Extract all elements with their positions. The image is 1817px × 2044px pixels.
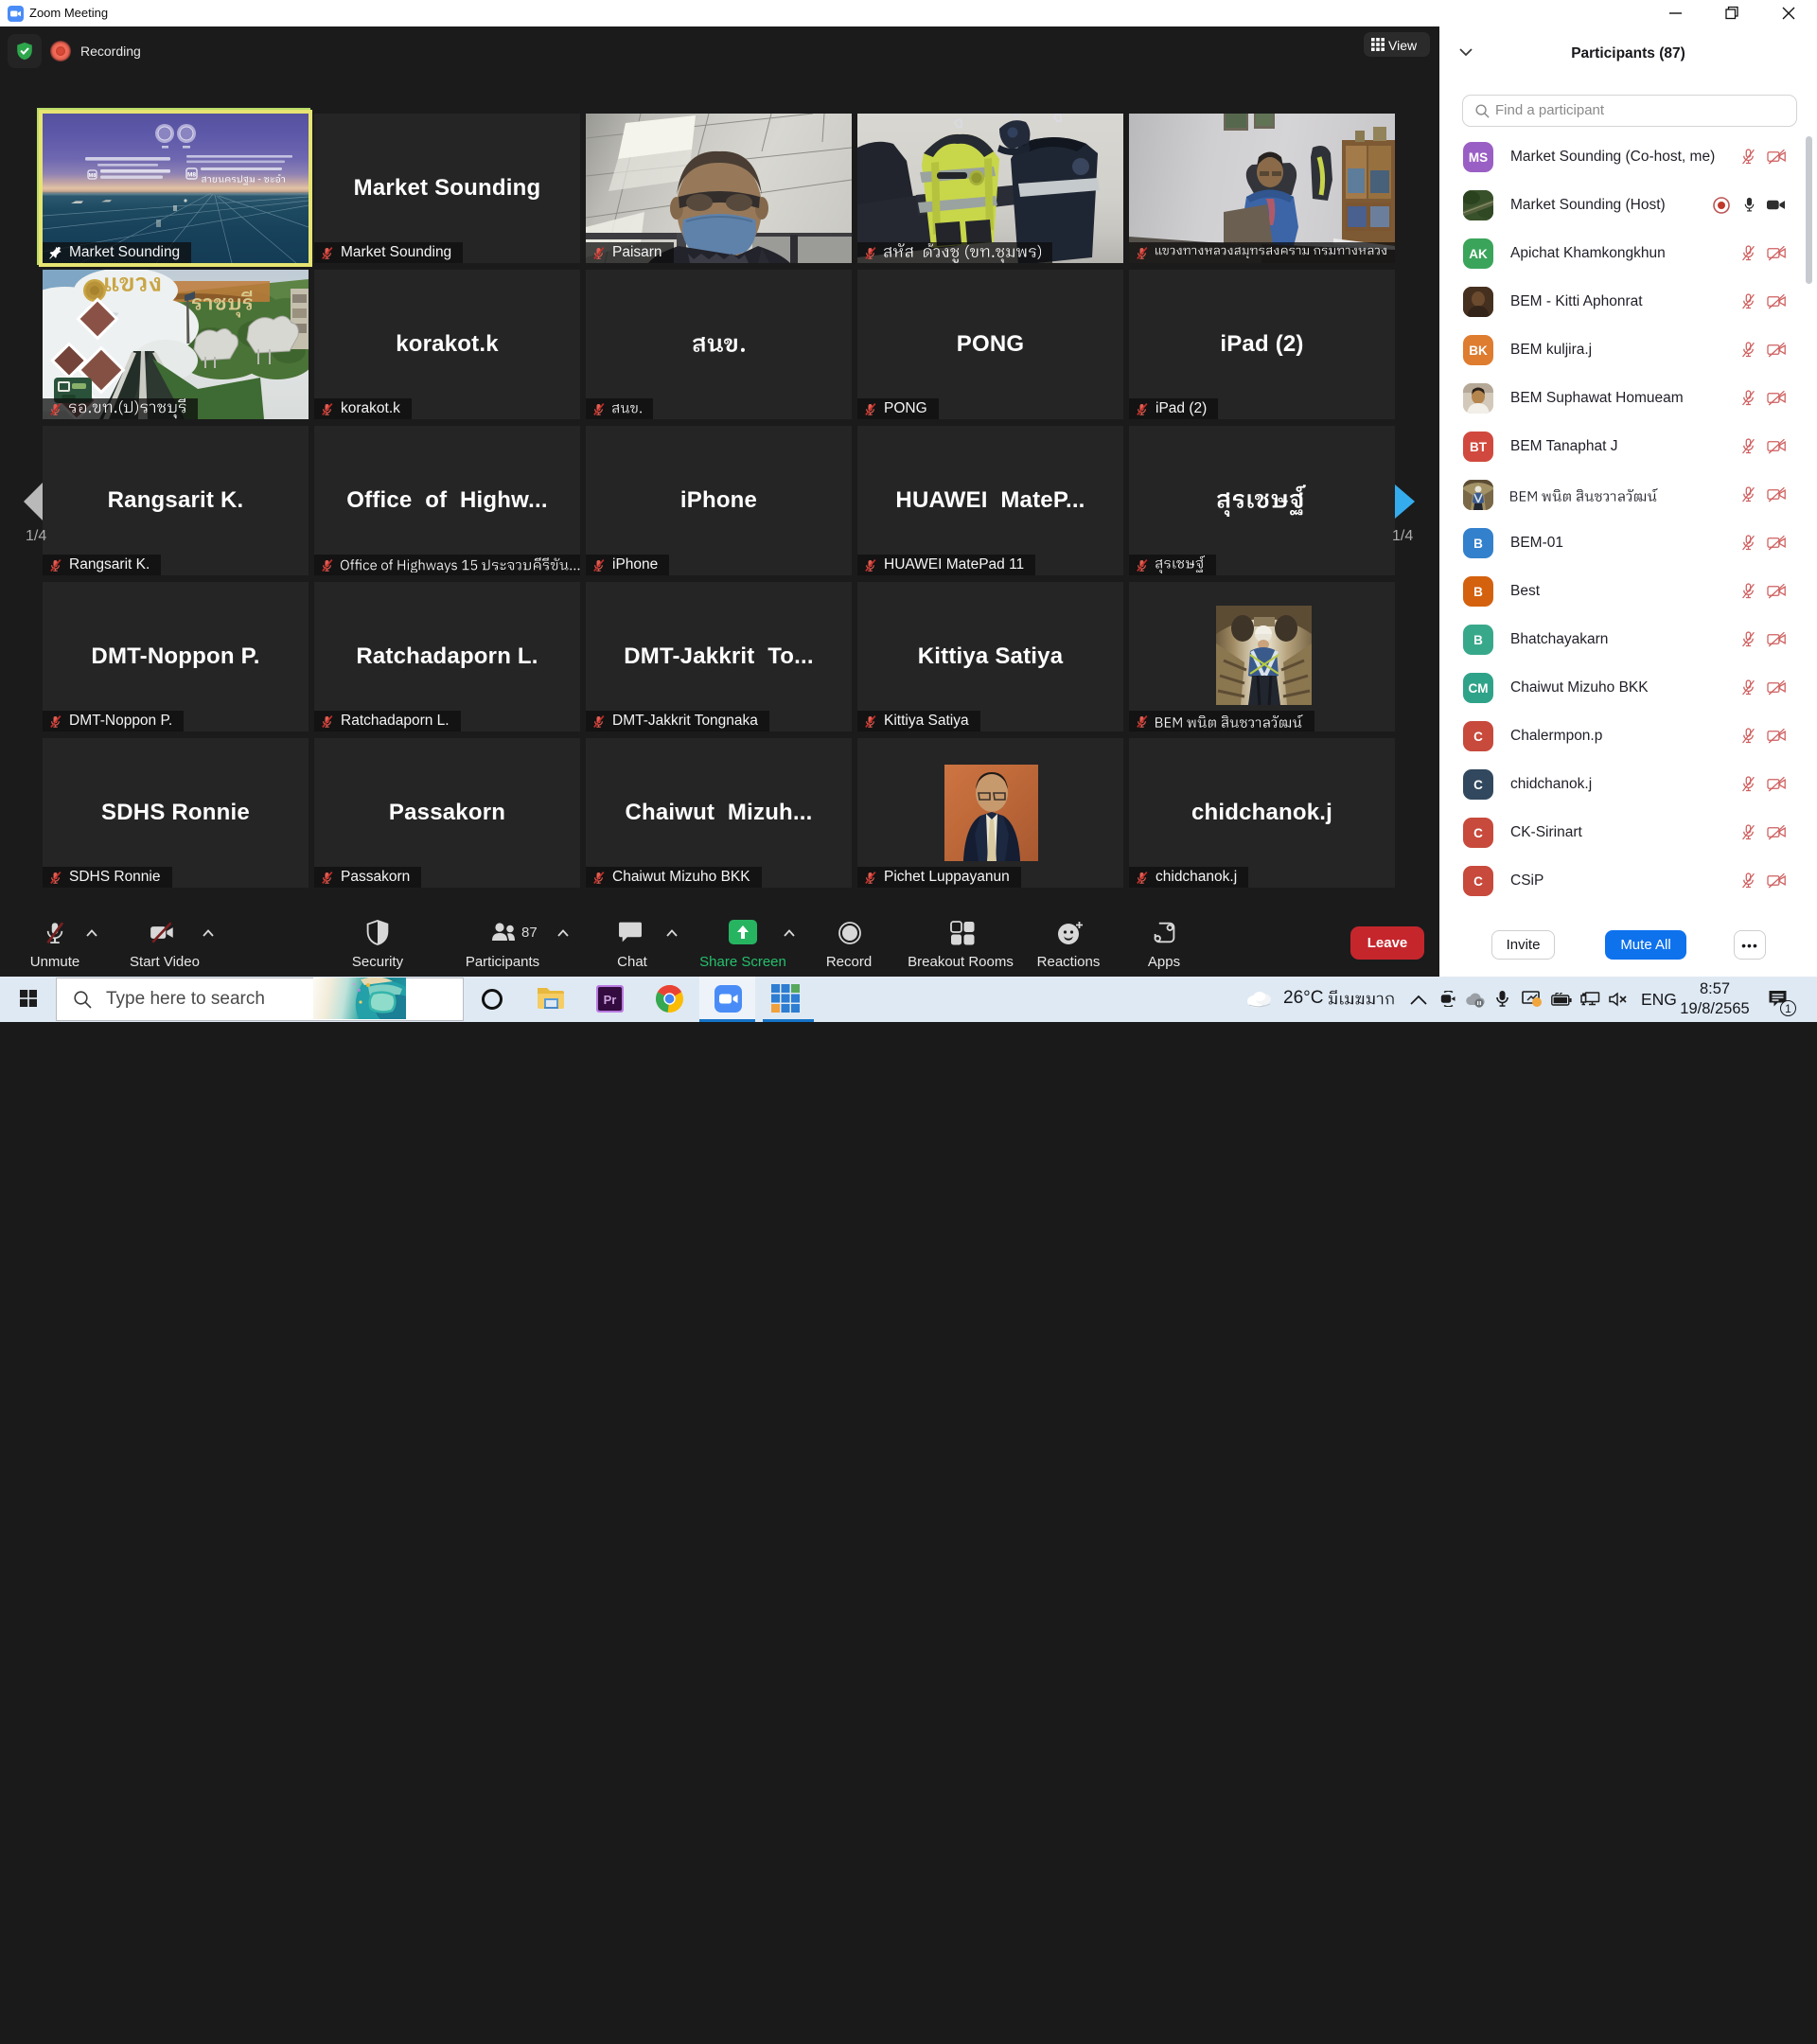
svg-text:M8: M8 bbox=[89, 173, 97, 179]
svg-text:M8: M8 bbox=[187, 172, 196, 179]
svg-text:Pr: Pr bbox=[604, 993, 617, 1007]
